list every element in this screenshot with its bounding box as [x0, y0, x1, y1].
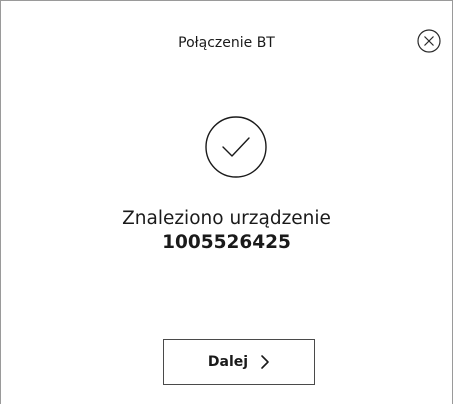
dialog-title: Połączenie BT	[178, 35, 275, 51]
close-icon[interactable]	[417, 29, 441, 53]
chevron-right-icon	[260, 354, 270, 370]
status-message: Znaleziono urządzenie	[122, 208, 331, 229]
checkmark-circle-icon	[204, 115, 268, 179]
next-button[interactable]: Dalej	[163, 339, 315, 385]
next-button-label: Dalej	[207, 354, 249, 370]
device-id: 1005526425	[162, 232, 291, 253]
bt-connection-dialog: Połączenie BT Znaleziono urządzenie 1005…	[0, 0, 453, 404]
